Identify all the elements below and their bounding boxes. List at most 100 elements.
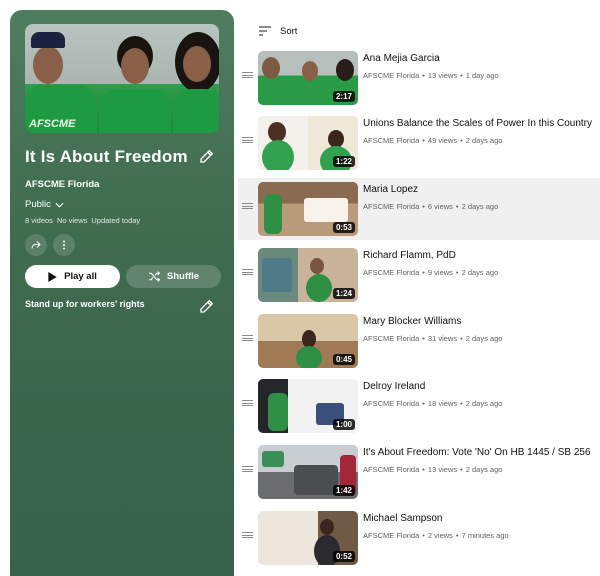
green-shirt — [264, 194, 282, 234]
person-face — [121, 48, 149, 84]
person-face — [33, 46, 63, 84]
upload-age: 2 days ago — [465, 334, 503, 343]
video-row-selected[interactable]: 0:53 Maria Lopez AFSCME Florida • 6 view… — [238, 178, 600, 240]
video-row[interactable]: 0:52 Michael Sampson AFSCME Florida • 2 … — [238, 507, 600, 569]
edit-title-button[interactable] — [198, 147, 216, 165]
meta-separator: • — [460, 136, 463, 145]
duration-badge: 0:45 — [332, 354, 355, 365]
channel-name[interactable]: AFSCME Florida — [363, 531, 419, 540]
edit-description-button[interactable] — [198, 297, 216, 315]
video-thumbnail[interactable]: 0:52 — [258, 511, 358, 565]
green-shirt — [262, 140, 294, 170]
channel-name[interactable]: AFSCME Florida — [363, 399, 419, 408]
drag-handle-icon[interactable] — [242, 335, 253, 341]
video-row[interactable]: 1:00 Delroy Ireland AFSCME Florida • 18 … — [238, 375, 600, 437]
channel-name[interactable]: AFSCME Florida — [363, 268, 419, 277]
shuffle-button[interactable]: Shuffle — [126, 265, 221, 288]
shuffle-label: Shuffle — [166, 271, 200, 282]
upload-age: 2 days ago — [461, 202, 499, 211]
upload-age: 1 day ago — [465, 71, 499, 80]
green-shirt — [306, 274, 332, 302]
duration-badge: 1:00 — [332, 419, 355, 430]
video-row[interactable]: 1:42 It's About Freedom: Vote 'No' On HB… — [238, 441, 600, 503]
video-title[interactable]: Maria Lopez — [363, 184, 599, 195]
shirt-logo-text: AFSCME — [29, 118, 76, 130]
duration-badge: 2:17 — [332, 91, 355, 102]
duration-badge: 0:52 — [332, 551, 355, 562]
video-thumbnail[interactable]: 1:24 — [258, 248, 358, 302]
sort-button[interactable]: Sort — [258, 25, 297, 37]
drag-handle-icon[interactable] — [242, 532, 253, 538]
meta-separator: • — [422, 334, 425, 343]
privacy-label: Public — [25, 199, 51, 210]
playlist-stats: 8 videos No views Updated today — [25, 216, 140, 225]
video-thumbnail[interactable]: 0:45 — [258, 314, 358, 368]
meta-separator: • — [460, 465, 463, 474]
video-title[interactable]: Unions Balance the Scales of Power In th… — [363, 118, 599, 129]
view-count: 13 views — [427, 71, 458, 80]
video-title[interactable]: Ana Mejia Garcia — [363, 53, 599, 64]
playlist-owner[interactable]: AFSCME Florida — [25, 179, 99, 190]
green-shirt — [268, 393, 288, 431]
crowd-prop — [294, 465, 338, 495]
video-thumbnail[interactable]: 1:22 — [258, 116, 358, 170]
more-actions-button[interactable] — [53, 234, 75, 256]
drag-handle-icon[interactable] — [242, 466, 253, 472]
video-thumbnail[interactable]: 2:17 — [258, 51, 358, 105]
green-shirt — [99, 89, 171, 133]
privacy-dropdown[interactable]: Public — [25, 199, 64, 210]
video-thumbnail[interactable]: 1:42 — [258, 445, 358, 499]
video-meta: AFSCME Florida • 18 views • 2 days ago — [363, 399, 502, 408]
video-title[interactable]: Michael Sampson — [363, 513, 599, 524]
video-title[interactable]: It's About Freedom: Vote 'No' On HB 1445… — [363, 447, 599, 458]
channel-name[interactable]: AFSCME Florida — [363, 465, 419, 474]
meta-separator: • — [422, 268, 425, 277]
view-count: 2 views — [427, 531, 453, 540]
upload-age: 2 days ago — [461, 268, 499, 277]
video-title[interactable]: Richard Flamm, PdD — [363, 250, 599, 261]
green-shirt — [296, 346, 322, 368]
person-cap — [31, 32, 65, 48]
drag-handle-icon[interactable] — [242, 400, 253, 406]
person-face — [320, 519, 334, 535]
video-meta: AFSCME Florida • 2 views • 7 minutes ago — [363, 531, 509, 540]
drag-handle-icon[interactable] — [242, 203, 253, 209]
person-face — [262, 57, 280, 79]
drag-handle-icon[interactable] — [242, 269, 253, 275]
video-meta: AFSCME Florida • 13 views • 2 days ago — [363, 465, 502, 474]
duration-badge: 1:24 — [332, 288, 355, 299]
video-thumbnail[interactable]: 0:53 — [258, 182, 358, 236]
video-title[interactable]: Delroy Ireland — [363, 381, 599, 392]
view-count: 31 views — [427, 334, 458, 343]
view-count: 9 views — [427, 268, 453, 277]
drag-handle-icon[interactable] — [242, 137, 253, 143]
playlist-page: AFSCME It Is About Freedom AFSCME Florid… — [0, 0, 600, 576]
updated-time: Updated today — [91, 216, 141, 225]
video-title[interactable]: Mary Blocker Williams — [363, 316, 599, 327]
video-row[interactable]: 1:24 Richard Flamm, PdD AFSCME Florida •… — [238, 244, 600, 306]
channel-name[interactable]: AFSCME Florida — [363, 71, 419, 80]
channel-name[interactable]: AFSCME Florida — [363, 136, 419, 145]
video-row[interactable]: 1:22 Unions Balance the Scales of Power … — [238, 112, 600, 174]
sort-label: Sort — [280, 25, 298, 37]
meta-separator: • — [422, 399, 425, 408]
pencil-icon — [200, 299, 214, 313]
check-prop — [304, 198, 348, 222]
channel-name[interactable]: AFSCME Florida — [363, 334, 419, 343]
banner-prop — [262, 258, 292, 292]
playlist-thumbnail[interactable]: AFSCME — [25, 24, 219, 133]
meta-separator: • — [422, 71, 425, 80]
drag-handle-icon[interactable] — [242, 72, 253, 78]
video-thumbnail[interactable]: 1:00 — [258, 379, 358, 433]
video-meta: AFSCME Florida • 49 views • 2 days ago — [363, 136, 502, 145]
play-icon — [48, 271, 57, 282]
share-button[interactable] — [25, 234, 47, 256]
share-icon — [31, 241, 41, 249]
video-meta: AFSCME Florida • 13 views • 1 day ago — [363, 71, 499, 80]
video-row[interactable]: 2:17 Ana Mejia Garcia AFSCME Florida • 1… — [238, 47, 600, 109]
chevron-down-icon — [55, 202, 64, 208]
video-row[interactable]: 0:45 Mary Blocker Williams AFSCME Florid… — [238, 310, 600, 372]
meta-separator: • — [455, 531, 459, 540]
channel-name[interactable]: AFSCME Florida — [363, 202, 419, 211]
play-all-button[interactable]: Play all — [25, 265, 120, 288]
